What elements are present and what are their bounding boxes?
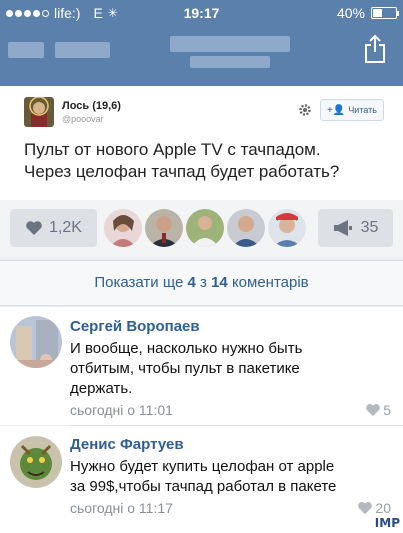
total-count: 14 [211, 274, 228, 291]
battery-icon [371, 7, 399, 19]
liker-avatar[interactable] [268, 209, 306, 247]
heart-icon [26, 221, 42, 235]
show-more-comments-link[interactable]: Показати ще 4 з 14 коментарів [0, 260, 403, 306]
status-right: 40% [336, 5, 399, 21]
add-user-icon: +👤 [327, 104, 346, 116]
post-text-line: Через целофан тачпад будет работать? [24, 162, 340, 181]
author-handle[interactable]: @pooovar [62, 114, 104, 124]
liker-avatar[interactable] [104, 209, 142, 247]
liker-avatar[interactable] [227, 209, 265, 247]
comment-like-button[interactable]: 5 [365, 402, 391, 418]
comment-like-button[interactable]: 20 [357, 500, 391, 516]
battery-percent: 40% [336, 5, 365, 21]
commenter-name[interactable]: Сергей Воропаев [70, 318, 200, 335]
comment-like-count: 20 [375, 500, 391, 516]
comment-timestamp: сьогодні о 11:01 [70, 402, 173, 418]
show-more-mid: з [195, 274, 212, 291]
comment-text-line: И вообще, насколько нужно быть [70, 340, 303, 357]
commenter-avatar[interactable] [10, 436, 62, 488]
repost-button[interactable]: 35 [318, 209, 393, 247]
status-bar: life:) E ✳ 19:17 40% [0, 0, 403, 26]
share-icon[interactable] [363, 34, 387, 64]
show-more-prefix: Показати ще [94, 274, 188, 291]
author-name[interactable]: Лось (19,6) [62, 100, 121, 112]
comment-text-line: держать. [70, 380, 133, 397]
comment-text: И вообще, насколько нужно быть отбитым, … [70, 339, 395, 399]
like-button[interactable]: 1,2K [10, 209, 97, 247]
like-count: 1,2K [49, 219, 82, 236]
show-more-suffix: коментарів [227, 274, 309, 291]
liker-avatar[interactable] [186, 209, 224, 247]
navigation-bar: life:) E ✳ 19:17 40% [0, 0, 403, 86]
screen: life:) E ✳ 19:17 40% Лось (19,6) @pooova… [0, 0, 403, 533]
comment-text-line: за 99$,чтобы тачпад работал в пакете [70, 478, 337, 495]
follow-label: Читать [348, 105, 377, 115]
comment-text: Нужно будет купить целофан от apple за 9… [70, 457, 395, 497]
heart-icon [358, 502, 373, 515]
comment-text-line: Нужно будет купить целофан от apple [70, 458, 335, 475]
comment-text-line: отбитым, чтобы пульт в пакетике [70, 360, 300, 377]
repost-count: 35 [360, 219, 379, 236]
follow-button[interactable]: +👤 Читать [320, 99, 384, 121]
comment-like-count: 5 [383, 402, 391, 418]
author-avatar[interactable] [24, 97, 54, 127]
commenter-name[interactable]: Денис Фартуев [70, 436, 184, 453]
gear-icon[interactable] [298, 103, 312, 117]
post-text: Пульт от нового Apple TV с тачпадом. Чер… [24, 139, 384, 183]
watermark: IMP [374, 516, 400, 530]
commenter-avatar[interactable] [10, 316, 62, 368]
heart-icon [366, 404, 381, 417]
liker-avatar[interactable] [145, 209, 183, 247]
shown-count: 4 [187, 274, 196, 291]
comment-timestamp: сьогодні о 11:17 [70, 500, 173, 516]
nav-title-obscured [0, 30, 403, 80]
megaphone-icon [333, 220, 352, 236]
post-text-line: Пульт от нового Apple TV с тачпадом. [24, 140, 321, 159]
